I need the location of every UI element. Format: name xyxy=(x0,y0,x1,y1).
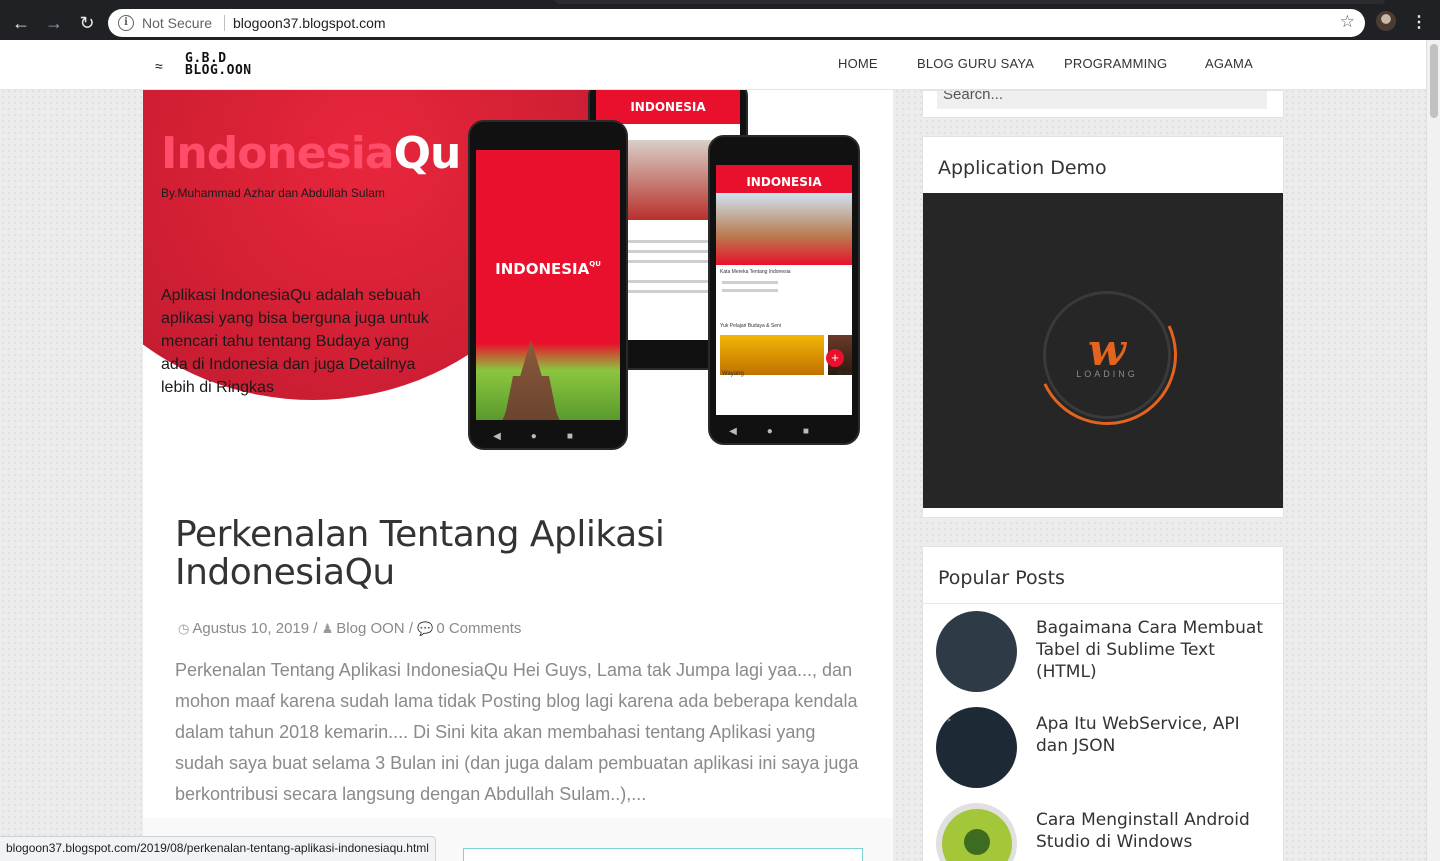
search-input[interactable]: Search... xyxy=(937,91,1267,109)
hero-byline: By.Muhammad Azhar dan Abdullah Sulam xyxy=(161,186,385,200)
phone-nav-bar: ◀●■ xyxy=(493,431,603,442)
user-icon: ♟ xyxy=(321,621,334,636)
phone-screen-home: INDONESIA Kata Mereka Tentang Indonesia … xyxy=(716,165,852,415)
application-demo-widget: Application Demo w LOADING xyxy=(922,136,1284,518)
post-meta: ◷ Agustus 10, 2019 / ♟ Blog OON / 💬 0 Comme… xyxy=(178,620,521,637)
widget-divider xyxy=(923,603,1283,604)
android-studio-icon xyxy=(942,809,1012,861)
omnibox-divider xyxy=(224,15,225,31)
nav-programming[interactable]: PROGRAMMING xyxy=(1064,56,1167,71)
popular-widget-title: Popular Posts xyxy=(938,567,1065,589)
popular-post-thumbnail[interactable] xyxy=(936,803,1017,861)
popular-post-thumbnail[interactable] xyxy=(936,611,1017,692)
popular-post-title[interactable]: Bagaimana Cara Membuat Tabel di Sublime … xyxy=(1036,617,1276,683)
home-caption-1: Kata Mereka Tentang Indonesia xyxy=(720,269,791,275)
address-bar[interactable]: i Not Secure blogoon37.blogspot.com ☆ xyxy=(108,9,1365,37)
browser-menu-icon[interactable]: ⋮ xyxy=(1410,10,1428,36)
demo-widget-title: Application Demo xyxy=(938,157,1107,179)
home-photo xyxy=(716,193,852,265)
active-tab-edge[interactable] xyxy=(555,0,1385,4)
clock-icon: ◷ xyxy=(178,621,190,636)
nav-home[interactable]: HOME xyxy=(838,56,878,71)
link-status-bar: blogoon37.blogspot.com/2019/08/perkenala… xyxy=(0,836,436,861)
post-card: IndonesiaQu By.Muhammad Azhar dan Abdull… xyxy=(143,90,893,861)
nav-agama[interactable]: AGAMA xyxy=(1205,56,1253,71)
popular-post-item[interactable]: Bagaimana Cara Membuat Tabel di Sublime … xyxy=(936,611,1276,693)
popular-post-thumbnail[interactable]: </> xyxy=(936,707,1017,788)
home-caption-2: Yuk Pelajari Budaya & Seni xyxy=(720,323,781,329)
meta-separator: / xyxy=(313,620,322,637)
forward-icon[interactable]: → xyxy=(41,10,67,36)
comments-icon: 💬 xyxy=(417,621,434,636)
home-brand-text: INDONESIA xyxy=(746,175,822,189)
hero-title-part2: Qu xyxy=(393,128,462,179)
site-header: ≈ G.B.D BLOG.OON HOME BLOG GURU SAYA PRO… xyxy=(0,40,1426,90)
phone-mockup-left: INDONESIAQU ◀●■ xyxy=(468,120,628,450)
post-featured-image[interactable]: IndonesiaQu By.Muhammad Azhar dan Abdull… xyxy=(143,90,893,450)
wayang-thumb xyxy=(720,335,824,375)
post-date[interactable]: Agustus 10, 2019 xyxy=(192,620,309,637)
security-label[interactable]: Not Secure xyxy=(142,15,212,31)
bookmark-star-icon[interactable]: ☆ xyxy=(1340,12,1355,32)
wifi-icon: ≈ xyxy=(155,58,163,74)
splash-brand-text: INDONESIA xyxy=(495,260,590,278)
post-excerpt: Perkenalan Tentang Aplikasi IndonesiaQu … xyxy=(175,660,859,804)
logo-text: G.B.D BLOG.OON xyxy=(185,52,252,78)
profile-avatar[interactable] xyxy=(1376,11,1396,31)
text-line xyxy=(722,289,778,292)
phone-back-header: INDONESIA xyxy=(596,90,740,124)
phone-nav-bar: ◀●■ xyxy=(729,426,839,437)
popular-post-item[interactable]: </> Apa Itu WebService, API dan JSON xyxy=(936,707,1276,789)
splash-brand-suffix: QU xyxy=(589,260,601,268)
site-logo[interactable]: ≈ G.B.D BLOG.OON xyxy=(155,50,295,82)
hero-title-part1: Indonesia xyxy=(161,128,395,179)
post-comments[interactable]: 0 Comments xyxy=(436,620,521,637)
meta-separator: / xyxy=(408,620,418,637)
back-icon[interactable]: ← xyxy=(8,10,34,36)
home-item-2: Batik xyxy=(838,371,852,377)
add-fab-icon: + xyxy=(826,349,844,367)
loader-text: LOADING xyxy=(1076,369,1138,379)
post-title[interactable]: Perkenalan Tentang Aplikasi IndonesiaQu xyxy=(175,516,775,592)
popular-post-item[interactable]: Cara Menginstall Android Studio di Windo… xyxy=(936,803,1276,861)
popular-post-title[interactable]: Cara Menginstall Android Studio di Windo… xyxy=(1036,809,1276,853)
popular-post-title[interactable]: Apa Itu WebService, API dan JSON xyxy=(1036,713,1276,757)
text-line xyxy=(722,281,778,284)
read-more-box[interactable] xyxy=(463,848,863,861)
page-scrollbar[interactable] xyxy=(1426,40,1440,861)
phone-screen-splash: INDONESIAQU xyxy=(476,150,620,420)
app-brand-text: INDONESIA xyxy=(630,100,706,114)
browser-toolbar: ← → ↻ i Not Secure blogoon37.blogspot.co… xyxy=(0,6,1440,40)
info-icon[interactable]: i xyxy=(118,15,134,31)
hero-title: IndonesiaQu xyxy=(161,128,462,179)
logo-line-2: BLOG.OON xyxy=(185,63,252,78)
url-text[interactable]: blogoon37.blogspot.com xyxy=(233,15,386,31)
scrollbar-thumb[interactable] xyxy=(1430,44,1438,118)
splash-brand: INDONESIAQU xyxy=(476,260,620,278)
home-item-1: Wayang xyxy=(722,371,744,377)
nav-blog-guru-saya[interactable]: BLOG GURU SAYA xyxy=(917,56,1034,71)
phone-mockup-right: INDONESIA Kata Mereka Tentang Indonesia … xyxy=(708,135,860,445)
temple-illustration xyxy=(486,340,576,420)
popular-posts-widget: Popular Posts Bagaimana Cara Membuat Tab… xyxy=(922,546,1284,861)
reload-icon[interactable]: ↻ xyxy=(74,10,100,36)
splash-landscape xyxy=(476,310,620,420)
hero-description: Aplikasi IndonesiaQu adalah sebuah aplik… xyxy=(161,287,429,396)
demo-video-player[interactable]: w LOADING xyxy=(923,193,1283,508)
post-author[interactable]: Blog OON xyxy=(336,620,404,637)
web-page: IndonesiaQu By.Muhammad Azhar dan Abdull… xyxy=(0,40,1426,861)
search-widget: Search... xyxy=(922,90,1284,118)
